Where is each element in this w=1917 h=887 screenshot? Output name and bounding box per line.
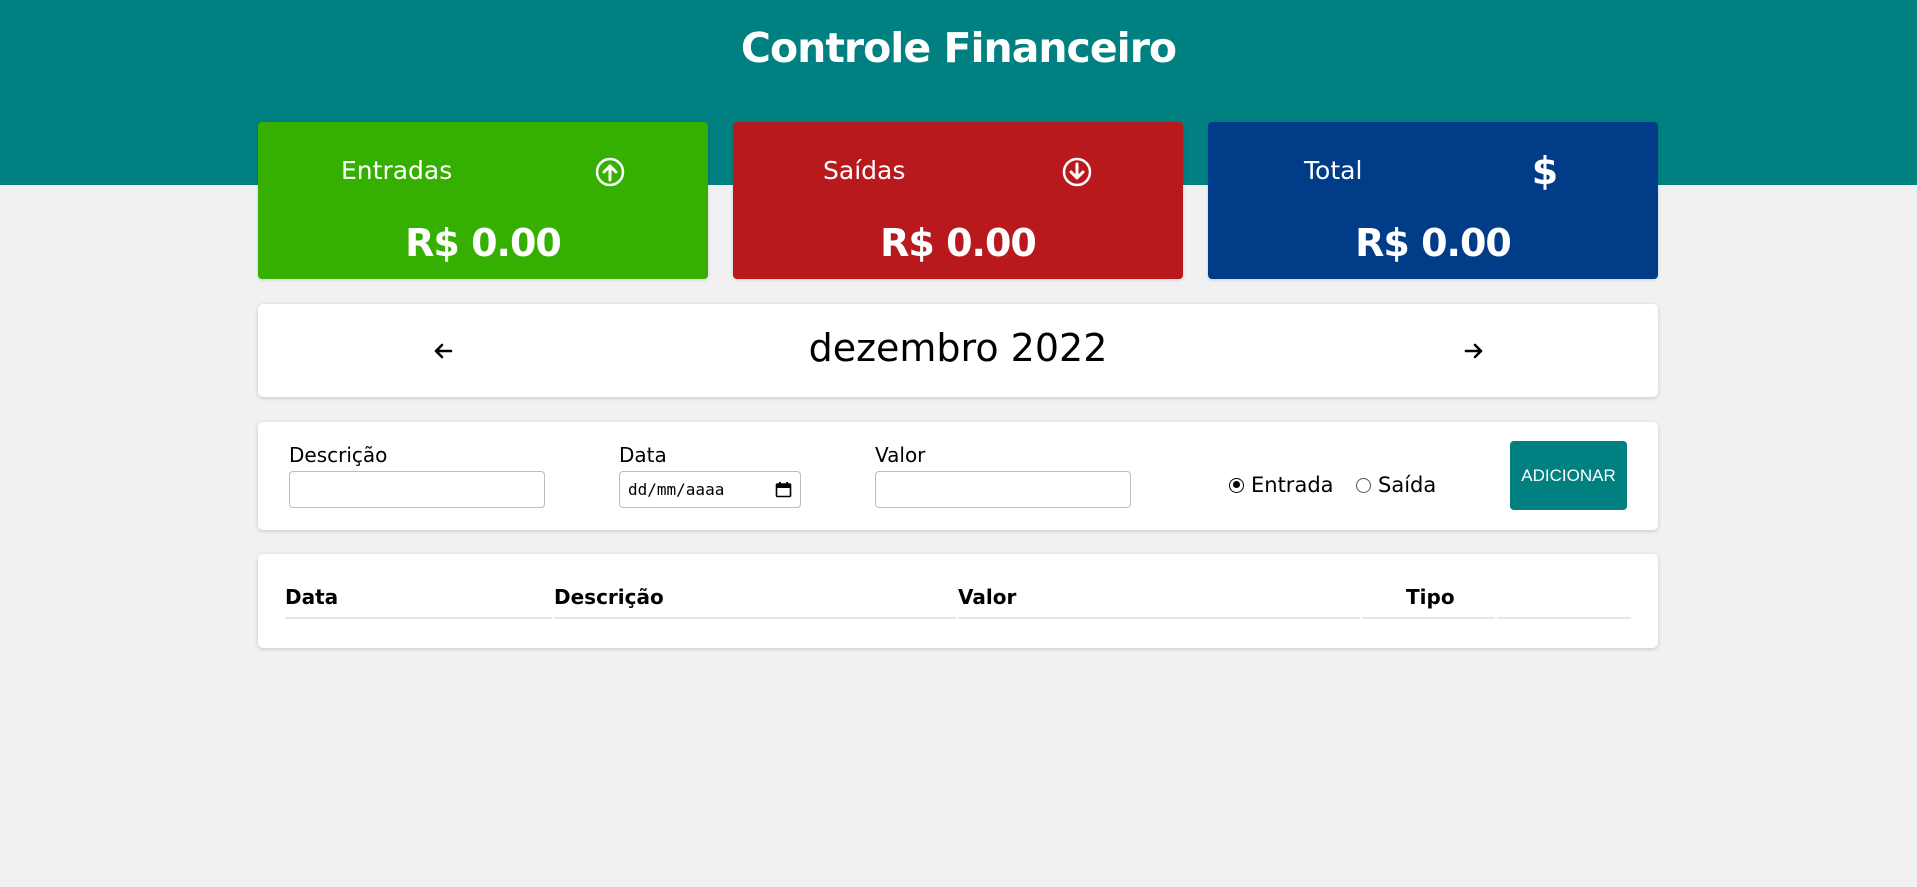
data-label: Data xyxy=(619,443,667,467)
valor-label: Valor xyxy=(875,443,926,467)
card-total-value: R$ 0.00 xyxy=(1355,221,1512,265)
add-button[interactable]: ADICIONAR xyxy=(1510,441,1627,510)
table-header-divider xyxy=(554,617,956,619)
radio-saida-label: Saída xyxy=(1378,473,1437,497)
data-placeholder: dd/mm/aaaa xyxy=(628,480,725,499)
radio-saida-dot[interactable] xyxy=(1356,477,1371,493)
card-saidas-value: R$ 0.00 xyxy=(880,221,1037,265)
month-label: dezembro 2022 xyxy=(808,326,1108,370)
transactions-table: Data Descrição Valor Tipo xyxy=(258,554,1658,648)
table-header-divider xyxy=(285,617,552,619)
table-header-divider xyxy=(1362,617,1495,619)
radio-saida[interactable]: Saída xyxy=(1356,465,1436,505)
card-entradas: Entradas R$ 0.00 xyxy=(258,122,708,279)
descricao-input[interactable] xyxy=(289,471,545,508)
radio-entrada-dot[interactable] xyxy=(1229,477,1244,493)
table-header-data: Data xyxy=(285,585,339,609)
radio-entrada[interactable]: Entrada xyxy=(1229,465,1334,505)
card-entradas-value: R$ 0.00 xyxy=(405,221,562,265)
table-header-tipo: Tipo xyxy=(1406,585,1455,609)
valor-input[interactable] xyxy=(875,471,1131,508)
table-header-valor: Valor xyxy=(958,585,1017,609)
table-header-divider xyxy=(958,617,1360,619)
calendar-icon[interactable] xyxy=(775,481,792,498)
descricao-label: Descrição xyxy=(289,443,388,467)
month-navigator: dezembro 2022 xyxy=(258,304,1658,397)
table-header-descricao: Descrição xyxy=(554,585,664,609)
card-total-label: Total xyxy=(1304,156,1363,185)
table-header-divider xyxy=(1497,617,1631,619)
app-title: Controle Financeiro xyxy=(740,24,1177,72)
data-input[interactable]: dd/mm/aaaa xyxy=(619,471,801,508)
transaction-form: Descrição Data dd/mm/aaaa Valor Entrada … xyxy=(258,422,1658,530)
arrow-up-circle-icon xyxy=(595,157,625,187)
card-entradas-label: Entradas xyxy=(341,156,453,185)
radio-entrada-label: Entrada xyxy=(1251,473,1334,497)
card-saidas: Saídas R$ 0.00 xyxy=(733,122,1183,279)
dollar-icon: $ xyxy=(1531,149,1559,193)
card-total: Total $ R$ 0.00 xyxy=(1208,122,1658,279)
arrow-right-icon[interactable] xyxy=(1457,334,1491,368)
card-saidas-label: Saídas xyxy=(823,156,906,185)
arrow-down-circle-icon xyxy=(1062,157,1092,187)
